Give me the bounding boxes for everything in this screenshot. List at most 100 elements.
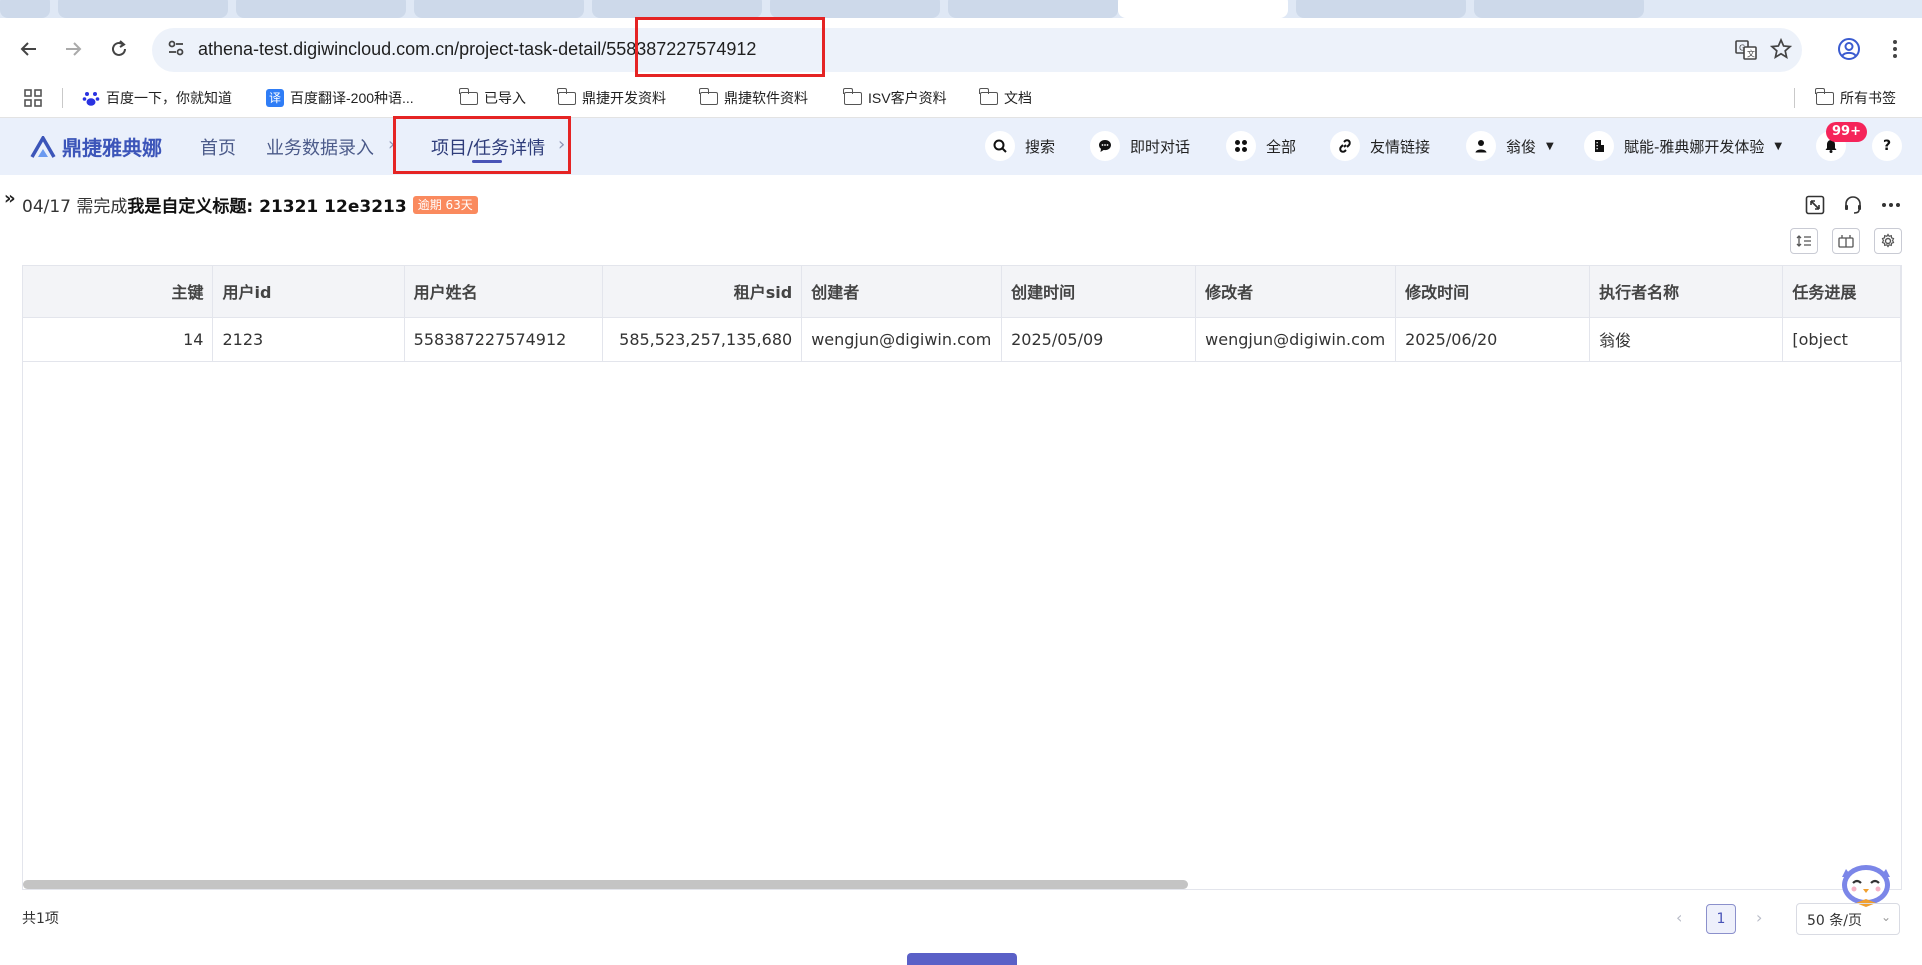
header-all[interactable]: 全部 — [1226, 131, 1296, 161]
back-arrow-icon[interactable] — [12, 32, 46, 66]
folder-icon — [979, 87, 998, 105]
forward-arrow-icon[interactable] — [56, 32, 90, 66]
browser-tab-active[interactable] — [1118, 0, 1288, 18]
table-cell: 2025/06/20 — [1395, 317, 1591, 362]
bookmark-baidu[interactable]: 百度一下，你就知道 — [82, 86, 232, 110]
browser-tab[interactable] — [0, 0, 50, 18]
header-tenant-name: 賦能-雅典娜开发体验 — [1624, 137, 1765, 156]
column-header[interactable]: 用户id — [212, 266, 405, 318]
table-cell: wengjun@digiwin.com — [1195, 317, 1397, 362]
browser-tab[interactable] — [236, 0, 406, 18]
current-page-button[interactable]: 1 — [1706, 904, 1736, 934]
header-all-label: 全部 — [1266, 137, 1297, 156]
bookmark-label: 鼎捷软件资料 — [724, 90, 808, 106]
total-count: 共1项 — [22, 911, 59, 927]
bookmark-folder-docs[interactable]: 文档 — [979, 86, 1032, 110]
bookmark-folder-isv[interactable]: ISV客户资料 — [843, 86, 947, 110]
header-links-label: 友情链接 — [1370, 137, 1431, 156]
help-button[interactable]: ? — [1872, 131, 1902, 161]
column-settings-icon[interactable] — [1832, 228, 1860, 254]
logo-text: 鼎捷雅典娜 — [62, 136, 162, 160]
column-header[interactable]: 修改者 — [1195, 266, 1397, 318]
bookmark-folder-dev[interactable]: 鼎捷开发资料 — [557, 86, 666, 110]
browser-tab-strip — [0, 0, 1922, 18]
horizontal-scrollbar[interactable] — [23, 880, 1188, 889]
column-header[interactable]: 修改时间 — [1395, 266, 1591, 318]
apps-grid-icon[interactable] — [24, 86, 42, 110]
prev-page-button[interactable]: ‹ — [1676, 908, 1682, 927]
gear-icon[interactable] — [1874, 228, 1902, 254]
column-header[interactable]: 创建时间 — [1001, 266, 1197, 318]
folder-icon — [1815, 87, 1834, 105]
caret-down-icon: ▼ — [1546, 140, 1554, 152]
address-bar[interactable]: athena-test.digiwincloud.com.cn/project-… — [152, 28, 1802, 72]
table-cell: 585,523,257,135,680 — [602, 317, 803, 362]
table-row[interactable]: 14 2123 558387227574912 585,523,257,135,… — [23, 317, 1901, 362]
url-host: athena-test.digiwincloud.com.cn/project-… — [198, 39, 607, 59]
bookmark-baidu-translate[interactable]: 译 百度翻译-200种语... — [266, 86, 414, 110]
header-chat-label: 即时对话 — [1130, 137, 1191, 156]
nav-business-data-entry[interactable]: 业务数据录入 — [266, 134, 374, 160]
bookmark-label: ISV客户资料 — [868, 90, 947, 106]
header-user-name: 翁俊 — [1506, 137, 1537, 156]
header-tenant-menu[interactable]: 賦能-雅典娜开发体验 ▼ — [1584, 131, 1782, 161]
folder-icon — [843, 87, 862, 105]
double-chevron-right-icon[interactable]: » — [4, 188, 16, 209]
all-bookmarks[interactable]: 所有书签 — [1815, 86, 1896, 110]
page-size-value: 50 条/页 — [1807, 913, 1862, 929]
column-header[interactable]: 用户姓名 — [404, 266, 603, 318]
browser-tab[interactable] — [592, 0, 762, 18]
next-page-button[interactable]: › — [1756, 908, 1762, 927]
browser-tab[interactable] — [58, 0, 228, 18]
folder-icon — [699, 87, 718, 105]
folder-icon — [459, 87, 478, 105]
more-horizontal-icon[interactable] — [1878, 192, 1904, 218]
table-cell: 2123 — [212, 317, 405, 362]
all-bookmarks-label: 所有书签 — [1840, 90, 1896, 106]
nav-home[interactable]: 首页 — [200, 134, 236, 160]
bookmarks-bar: 百度一下，你就知道 译 百度翻译-200种语... 已导入 鼎捷开发资料 鼎捷软… — [0, 78, 1922, 118]
profile-icon[interactable] — [1832, 32, 1866, 66]
column-header[interactable]: 主键 — [23, 266, 214, 318]
header-chat[interactable]: 即时对话 — [1090, 131, 1190, 161]
row-height-icon[interactable] — [1790, 228, 1818, 254]
star-bookmark-icon[interactable] — [1769, 37, 1793, 65]
table-cell: 2025/05/09 — [1001, 317, 1197, 362]
browser-toolbar: athena-test.digiwincloud.com.cn/project-… — [0, 18, 1922, 78]
column-header[interactable]: 创建者 — [801, 266, 1003, 318]
bookmark-separator — [1794, 88, 1795, 108]
notification-badge: 99+ — [1826, 122, 1867, 142]
more-vertical-icon[interactable] — [1878, 32, 1912, 66]
owl-assistant-icon[interactable] — [1838, 855, 1894, 907]
fullscreen-icon[interactable] — [1802, 192, 1828, 218]
highlight-box-url-id — [635, 17, 825, 77]
bookmark-label: 已导入 — [484, 90, 526, 106]
table-cell: 558387227574912 — [404, 317, 603, 362]
reload-icon[interactable] — [102, 32, 136, 66]
bottom-action-button[interactable] — [907, 953, 1017, 965]
header-user-menu[interactable]: 翁俊 ▼ — [1466, 131, 1554, 161]
column-header[interactable]: 任务进展 — [1782, 266, 1901, 318]
browser-tab[interactable] — [1296, 0, 1466, 18]
browser-tab[interactable] — [1474, 0, 1644, 18]
table-header-row: 主键 用户id 用户姓名 租户sid 创建者 创建时间 修改者 修改时间 执行者… — [23, 266, 1901, 318]
site-info-icon[interactable] — [166, 38, 186, 63]
bookmark-folder-software[interactable]: 鼎捷软件资料 — [699, 86, 808, 110]
header-links[interactable]: 友情链接 — [1330, 131, 1430, 161]
bookmark-separator — [62, 88, 63, 108]
header-search[interactable]: 搜索 — [985, 131, 1055, 161]
header-search-label: 搜索 — [1025, 137, 1056, 156]
browser-tab[interactable] — [414, 0, 584, 18]
bookmark-label: 文档 — [1004, 90, 1032, 106]
headset-support-icon[interactable] — [1840, 192, 1866, 218]
column-header[interactable]: 租户sid — [602, 266, 803, 318]
translate-page-icon[interactable]: G文 — [1734, 38, 1758, 67]
app-header: 鼎捷雅典娜 首页 业务数据录入 › 项目/任务详情 › 搜索 即时对话 全部 友… — [0, 118, 1922, 175]
page-size-select[interactable]: 50 条/页 ⌄ — [1796, 903, 1900, 935]
column-header[interactable]: 执行者名称 — [1589, 266, 1784, 318]
browser-tab[interactable] — [948, 0, 1118, 18]
app-logo[interactable]: 鼎捷雅典娜 — [30, 132, 162, 161]
task-title: 我是自定义标题: 21321 12e3213 — [127, 197, 407, 217]
browser-tab[interactable] — [770, 0, 940, 18]
bookmark-folder-imported[interactable]: 已导入 — [459, 86, 526, 110]
